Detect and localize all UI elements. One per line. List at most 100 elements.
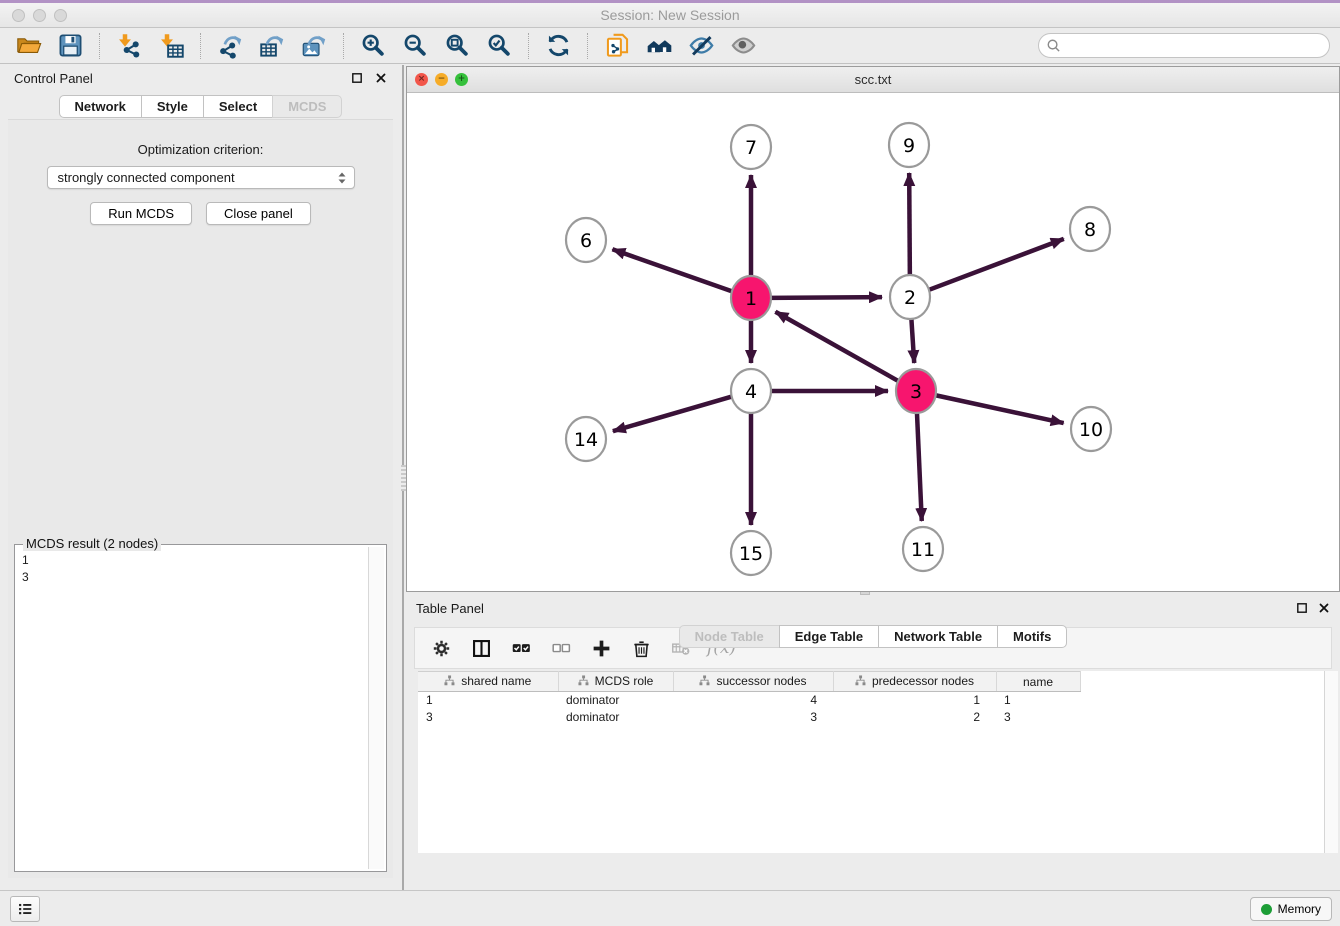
tab-select[interactable]: Select [203,95,273,118]
memory-status-icon [1261,904,1272,915]
graph-node-15[interactable]: 15 [731,531,771,575]
open-session-button[interactable] [10,30,46,62]
graph-node-6[interactable]: 6 [566,218,606,262]
graph-edge-2-8[interactable] [929,239,1064,290]
toolbar-separator [528,33,529,59]
tab-motifs[interactable]: Motifs [997,625,1067,648]
tab-network-table[interactable]: Network Table [878,625,998,648]
tab-node-table[interactable]: Node Table [679,625,780,648]
graph-edge-4-14[interactable] [613,397,732,432]
app-titlebar: Session: New Session [0,0,1340,28]
mcds-panel: Optimization criterion: strongly connect… [8,119,393,878]
mcds-result-text[interactable]: 13 [18,550,367,868]
network-graph[interactable]: 7 9 6 8 1 2 4 3 14 10 15 11 [407,93,1339,591]
criterion-select[interactable]: strongly connected component [47,166,355,189]
network-zoom-button[interactable]: + [455,73,468,86]
graph-node-10[interactable]: 10 [1071,407,1111,451]
control-panel-header: Control Panel [0,65,401,93]
svg-text:10: 10 [1079,419,1103,441]
graph-edge-3-11[interactable] [917,411,922,521]
graph-edge-3-10[interactable] [936,395,1064,423]
export-image-button[interactable] [296,30,332,62]
control-panel-float-button[interactable] [349,71,365,87]
close-icon [374,71,388,85]
main-toolbar [0,28,1340,64]
show-details-button[interactable] [725,30,761,62]
export-network-icon [217,32,244,59]
tab-mcds[interactable]: MCDS [272,95,342,118]
import-table-button[interactable] [153,30,189,62]
app-window-buttons [12,9,67,22]
eye-icon [730,32,757,59]
svg-text:2: 2 [904,287,916,309]
hide-details-button[interactable] [683,30,719,62]
network-file-button[interactable] [599,30,635,62]
tab-edge-table[interactable]: Edge Table [779,625,879,648]
graph-node-14[interactable]: 14 [566,417,606,461]
search-box [1038,33,1330,58]
control-panel-close-button[interactable] [373,71,389,87]
app-minimize-button[interactable] [33,9,46,22]
svg-text:3: 3 [910,381,922,403]
app-zoom-button[interactable] [54,9,67,22]
import-network-button[interactable] [111,30,147,62]
graph-edge-1-2[interactable] [771,297,882,298]
table-panel-close-button[interactable] [1316,601,1332,617]
svg-text:11: 11 [911,539,935,561]
app-close-button[interactable] [12,9,25,22]
zoom-selected-icon [486,32,513,59]
graph-node-9[interactable]: 9 [889,123,929,167]
criterion-select-value: strongly connected component [58,170,235,185]
table-panel-title: Table Panel [416,601,484,616]
network-minimize-button[interactable]: − [435,73,448,86]
memory-label: Memory [1278,902,1321,916]
zoom-out-icon [402,32,429,59]
zoom-out-button[interactable] [397,30,433,62]
run-mcds-button[interactable]: Run MCDS [90,202,192,225]
graph-edge-2-3[interactable] [911,317,914,363]
refresh-button[interactable] [540,30,576,62]
zoom-in-icon [360,32,387,59]
graph-node-3[interactable]: 3 [896,369,936,413]
mcds-result-line: 3 [22,569,363,586]
graph-edge-1-6[interactable] [612,249,732,291]
tab-style[interactable]: Style [141,95,204,118]
graph-node-2[interactable]: 2 [890,275,930,319]
network-file-icon [604,32,631,59]
tab-network[interactable]: Network [59,95,142,118]
status-bar: Memory [0,890,1340,926]
network-canvas[interactable]: 7 9 6 8 1 2 4 3 14 10 15 11 [407,93,1339,591]
graph-node-11[interactable]: 11 [903,527,943,571]
graph-node-4[interactable]: 4 [731,369,771,413]
svg-text:14: 14 [574,429,598,451]
select-stepper-icon [333,169,351,187]
zoom-fit-button[interactable] [439,30,475,62]
mcds-result-scrollbar[interactable] [368,547,384,869]
svg-text:6: 6 [580,230,592,252]
memory-button[interactable]: Memory [1250,897,1332,921]
graph-edge-2-9[interactable] [909,173,910,277]
svg-text:7: 7 [745,137,757,159]
zoom-in-button[interactable] [355,30,391,62]
toolbar-separator [587,33,588,59]
graph-node-8[interactable]: 8 [1070,207,1110,251]
table-panel-float-button[interactable] [1294,601,1310,617]
import-network-icon [116,32,143,59]
toolbar-separator [200,33,201,59]
home-button[interactable] [641,30,677,62]
export-network-button[interactable] [212,30,248,62]
houses-icon [646,32,673,59]
graph-node-7[interactable]: 7 [731,125,771,169]
save-icon [57,32,84,59]
network-view-window: × − + scc.txt 7968124314101511 [406,66,1340,592]
svg-text:1: 1 [745,288,757,310]
close-panel-button[interactable]: Close panel [206,202,311,225]
task-history-button[interactable] [10,896,40,922]
export-table-button[interactable] [254,30,290,62]
save-session-button[interactable] [52,30,88,62]
graph-edge-3-1[interactable] [775,312,898,381]
graph-node-1[interactable]: 1 [731,276,771,320]
search-input[interactable] [1038,33,1330,58]
zoom-selected-button[interactable] [481,30,517,62]
network-close-button[interactable]: × [415,73,428,86]
